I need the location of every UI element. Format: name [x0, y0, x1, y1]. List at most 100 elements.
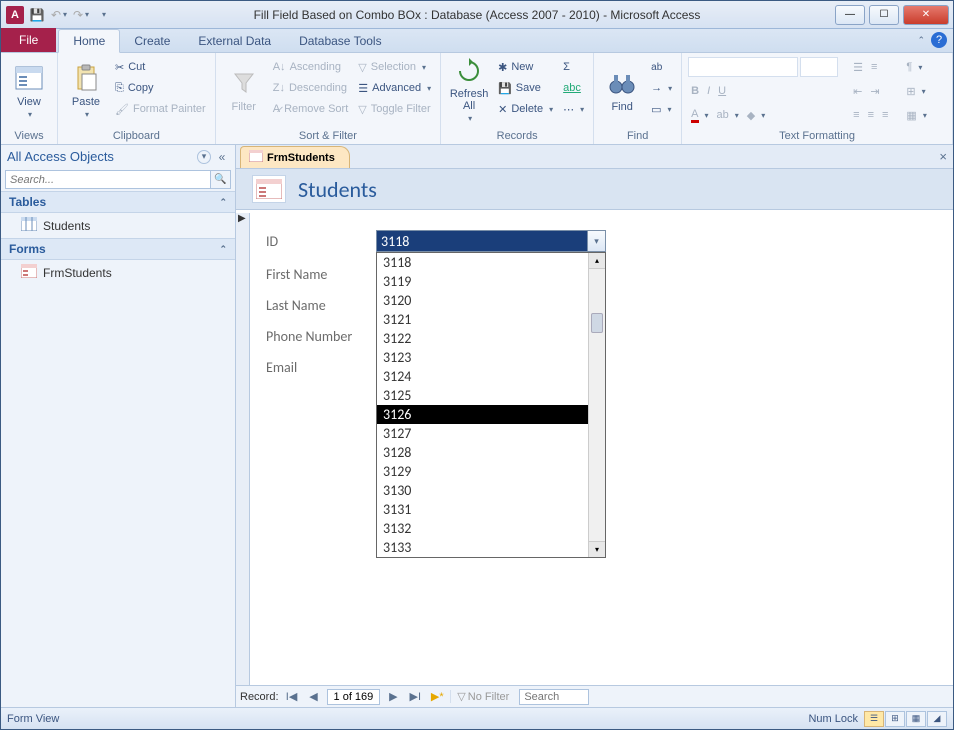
- totals-button[interactable]: Σ: [560, 57, 587, 77]
- delete-record-button[interactable]: ✕Delete▾: [495, 99, 556, 119]
- nav-menu-icon[interactable]: ▾: [197, 150, 211, 164]
- id-combobox-option[interactable]: 3120: [377, 291, 588, 310]
- remove-sort-button[interactable]: A̷Remove Sort: [270, 99, 352, 119]
- id-combobox-option[interactable]: 3122: [377, 329, 588, 348]
- more-records-button[interactable]: ⋯▾: [560, 99, 587, 119]
- ribbon-tab-database-tools[interactable]: Database Tools: [285, 30, 396, 52]
- nav-section-forms[interactable]: Forms ⌃: [1, 238, 235, 260]
- form-view-shortcut[interactable]: ☰: [864, 711, 884, 727]
- design-view-shortcut[interactable]: ◢: [927, 711, 947, 727]
- goto-button[interactable]: →▾: [648, 78, 675, 98]
- layout-view-shortcut[interactable]: ▦: [906, 711, 926, 727]
- font-size-dropdown[interactable]: [800, 57, 838, 77]
- gridlines-button[interactable]: ⊞▾: [903, 81, 929, 101]
- align-right-button[interactable]: ≡: [879, 105, 891, 125]
- id-combobox-dropdown-button[interactable]: ▾: [587, 231, 605, 251]
- bullets-button[interactable]: ☰: [850, 57, 866, 77]
- id-combobox-option[interactable]: 3129: [377, 462, 588, 481]
- underline-button[interactable]: U: [715, 81, 729, 101]
- text-direction-button[interactable]: ¶▾: [903, 57, 929, 77]
- document-close-button[interactable]: ×: [939, 149, 947, 164]
- decrease-indent-button[interactable]: ⇤: [850, 81, 865, 101]
- recnav-next-button[interactable]: ▶: [384, 689, 402, 705]
- minimize-ribbon-icon[interactable]: ⌃: [917, 35, 925, 46]
- qat-customize-button[interactable]: ▾: [93, 5, 113, 25]
- nav-search-input[interactable]: [5, 170, 211, 189]
- record-selector-bar[interactable]: ▶: [236, 213, 250, 685]
- advanced-button[interactable]: ☰Advanced▾: [355, 78, 434, 98]
- scroll-thumb[interactable]: [591, 313, 603, 333]
- help-button[interactable]: ?: [931, 32, 947, 48]
- new-record-button[interactable]: ✱New: [495, 57, 556, 77]
- app-icon[interactable]: A: [5, 5, 25, 25]
- view-button[interactable]: View ▾: [7, 57, 51, 123]
- id-combobox[interactable]: ▾: [376, 230, 606, 252]
- alternate-fill-button[interactable]: ▦▾: [903, 105, 929, 125]
- increase-indent-button[interactable]: ⇥: [867, 81, 882, 101]
- select-button[interactable]: ▭▾: [648, 99, 675, 119]
- align-left-button[interactable]: ≡: [850, 105, 862, 125]
- bold-button[interactable]: B: [688, 81, 702, 101]
- id-combobox-option[interactable]: 3130: [377, 481, 588, 500]
- italic-button[interactable]: I: [704, 81, 713, 101]
- refresh-all-button[interactable]: Refresh All ▾: [447, 57, 491, 123]
- spelling-button[interactable]: abc: [560, 78, 587, 98]
- recnav-last-button[interactable]: ▶I: [406, 689, 424, 705]
- toggle-filter-button[interactable]: ▽Toggle Filter: [355, 99, 434, 119]
- id-combobox-option[interactable]: 3125: [377, 386, 588, 405]
- save-qat-button[interactable]: 💾: [27, 5, 47, 25]
- ascending-button[interactable]: A↓Ascending: [270, 57, 352, 77]
- scroll-up-button[interactable]: ▴: [589, 253, 605, 269]
- document-tab-frmstudents[interactable]: FrmStudents: [240, 146, 350, 168]
- replace-button[interactable]: ab: [648, 57, 675, 77]
- save-record-button[interactable]: 💾Save: [495, 78, 556, 98]
- filter-button[interactable]: Filter: [222, 57, 266, 123]
- cut-button[interactable]: ✂Cut: [112, 57, 209, 77]
- nav-section-tables[interactable]: Tables ⌃: [1, 191, 235, 213]
- undo-qat-button[interactable]: ↶▾: [49, 5, 69, 25]
- selection-button[interactable]: ▽Selection▾: [355, 57, 434, 77]
- id-combobox-option[interactable]: 3127: [377, 424, 588, 443]
- id-combobox-option[interactable]: 3124: [377, 367, 588, 386]
- ribbon-tab-home[interactable]: Home: [58, 29, 120, 53]
- id-combobox-option[interactable]: 3126: [377, 405, 588, 424]
- numbering-button[interactable]: ≡: [868, 57, 880, 77]
- id-combobox-option[interactable]: 3132: [377, 519, 588, 538]
- maximize-button[interactable]: ☐: [869, 5, 899, 25]
- copy-button[interactable]: ⎘Copy: [112, 78, 209, 98]
- highlight-button[interactable]: ab▾: [714, 105, 742, 125]
- nav-item-frmstudents-form[interactable]: FrmStudents: [1, 260, 235, 285]
- recnav-filter-indicator[interactable]: ▽No Filter: [450, 690, 515, 703]
- id-combobox-option[interactable]: 3118: [377, 253, 588, 272]
- recnav-first-button[interactable]: I◀: [283, 689, 301, 705]
- fill-color-button[interactable]: ◆▾: [744, 105, 768, 125]
- recnav-position[interactable]: 1 of 169: [327, 689, 381, 705]
- font-color-button[interactable]: A▾: [688, 105, 711, 125]
- descending-button[interactable]: Z↓Descending: [270, 78, 352, 98]
- id-combobox-option[interactable]: 3121: [377, 310, 588, 329]
- recnav-prev-button[interactable]: ◀: [305, 689, 323, 705]
- scroll-down-button[interactable]: ▾: [589, 541, 605, 557]
- find-button[interactable]: Find: [600, 57, 644, 123]
- align-center-button[interactable]: ≡: [865, 105, 877, 125]
- ribbon-tab-create[interactable]: Create: [120, 30, 184, 52]
- redo-qat-button[interactable]: ↷▾: [71, 5, 91, 25]
- recnav-new-button[interactable]: ▶*: [428, 689, 446, 705]
- id-combobox-option[interactable]: 3131: [377, 500, 588, 519]
- id-combobox-option[interactable]: 3133: [377, 538, 588, 557]
- format-painter-button[interactable]: 🖌Format Painter: [112, 99, 209, 119]
- ribbon-tab-external-data[interactable]: External Data: [184, 30, 285, 52]
- id-combobox-option[interactable]: 3119: [377, 272, 588, 291]
- paste-button[interactable]: Paste ▾: [64, 57, 108, 123]
- id-combobox-option[interactable]: 3123: [377, 348, 588, 367]
- id-combobox-scrollbar[interactable]: ▴ ▾: [588, 253, 605, 557]
- minimize-button[interactable]: —: [835, 5, 865, 25]
- nav-search-button[interactable]: 🔍: [211, 170, 231, 189]
- nav-header[interactable]: All Access Objects ▾ «: [1, 145, 235, 168]
- datasheet-view-shortcut[interactable]: ⊞: [885, 711, 905, 727]
- file-tab[interactable]: File: [1, 28, 56, 52]
- id-combobox-input[interactable]: [377, 231, 587, 251]
- nav-item-students-table[interactable]: Students: [1, 213, 235, 238]
- font-family-dropdown[interactable]: [688, 57, 798, 77]
- nav-collapse-button[interactable]: «: [215, 150, 229, 164]
